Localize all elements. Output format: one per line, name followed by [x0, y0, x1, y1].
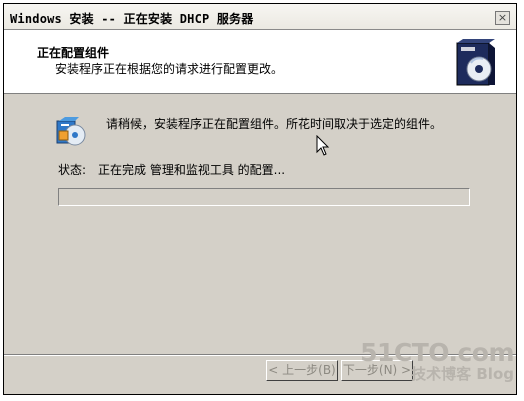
watermark: 51CTO.com 技术博客 Blog [360, 338, 514, 384]
window-title: Windows 安装 -- 正在安装 DHCP 服务器 [10, 12, 254, 26]
install-box-cd-icon [456, 39, 495, 86]
title-bar[interactable]: Windows 安装 -- 正在安装 DHCP 服务器 × [4, 4, 516, 30]
back-button[interactable]: < 上一步(B) [266, 360, 338, 381]
status-label: 状态: [58, 163, 87, 177]
content-area: 请稍候，安装程序正在配置组件。所花时间取决于选定的组件。 状态: 正在完成 管理… [4, 94, 516, 364]
mouse-cursor-icon [316, 135, 330, 156]
progress-bar [58, 188, 470, 206]
wait-message: 请稍候，安装程序正在配置组件。所花时间取决于选定的组件。 [106, 117, 443, 131]
installer-dialog: Windows 安装 -- 正在安装 DHCP 服务器 × 正在配置组件 安装程… [3, 3, 517, 395]
status-text: 正在完成 管理和监视工具 的配置... [98, 163, 286, 177]
setup-components-icon [56, 117, 86, 146]
page-subtitle: 安装程序正在根据您的请求进行配置更改。 [55, 62, 284, 76]
close-button[interactable]: × [495, 11, 510, 25]
page-title: 正在配置组件 [37, 46, 110, 60]
wizard-header: 正在配置组件 安装程序正在根据您的请求进行配置更改。 [4, 30, 516, 94]
close-icon: × [497, 11, 508, 24]
